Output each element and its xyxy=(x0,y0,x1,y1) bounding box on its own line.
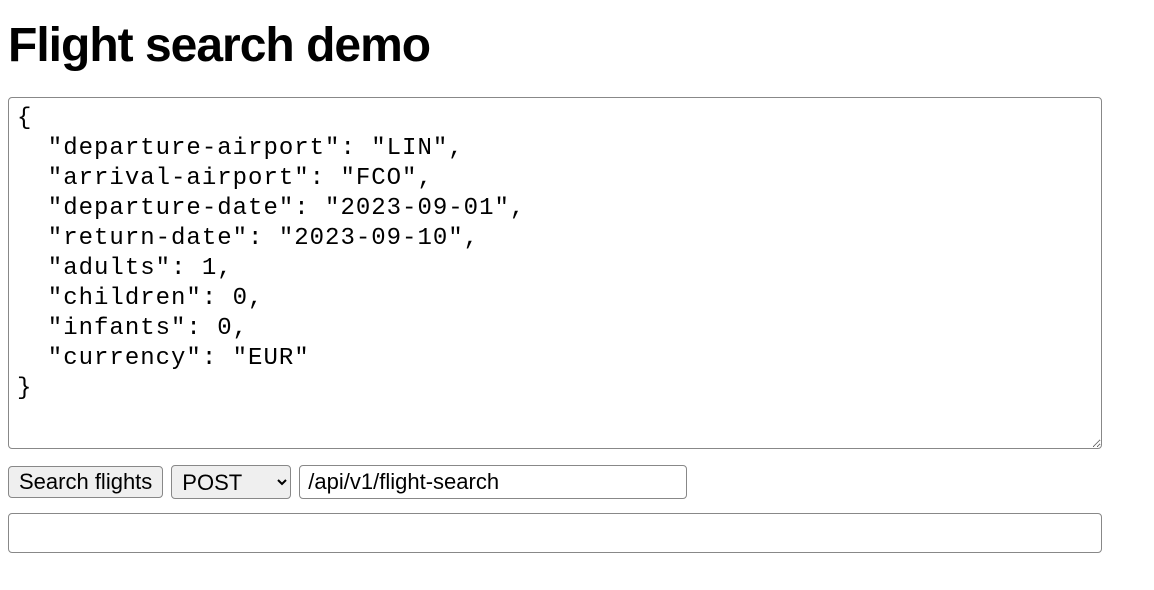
page-title: Flight search demo xyxy=(8,18,1146,73)
results-output xyxy=(8,513,1102,553)
search-flights-button[interactable]: Search flights xyxy=(8,466,163,498)
request-body-textarea[interactable] xyxy=(8,97,1102,449)
http-method-select[interactable]: GETPOSTPUTDELETE xyxy=(171,465,291,499)
controls-row: Search flights GETPOSTPUTDELETE xyxy=(8,465,1146,499)
endpoint-input[interactable] xyxy=(299,465,687,499)
